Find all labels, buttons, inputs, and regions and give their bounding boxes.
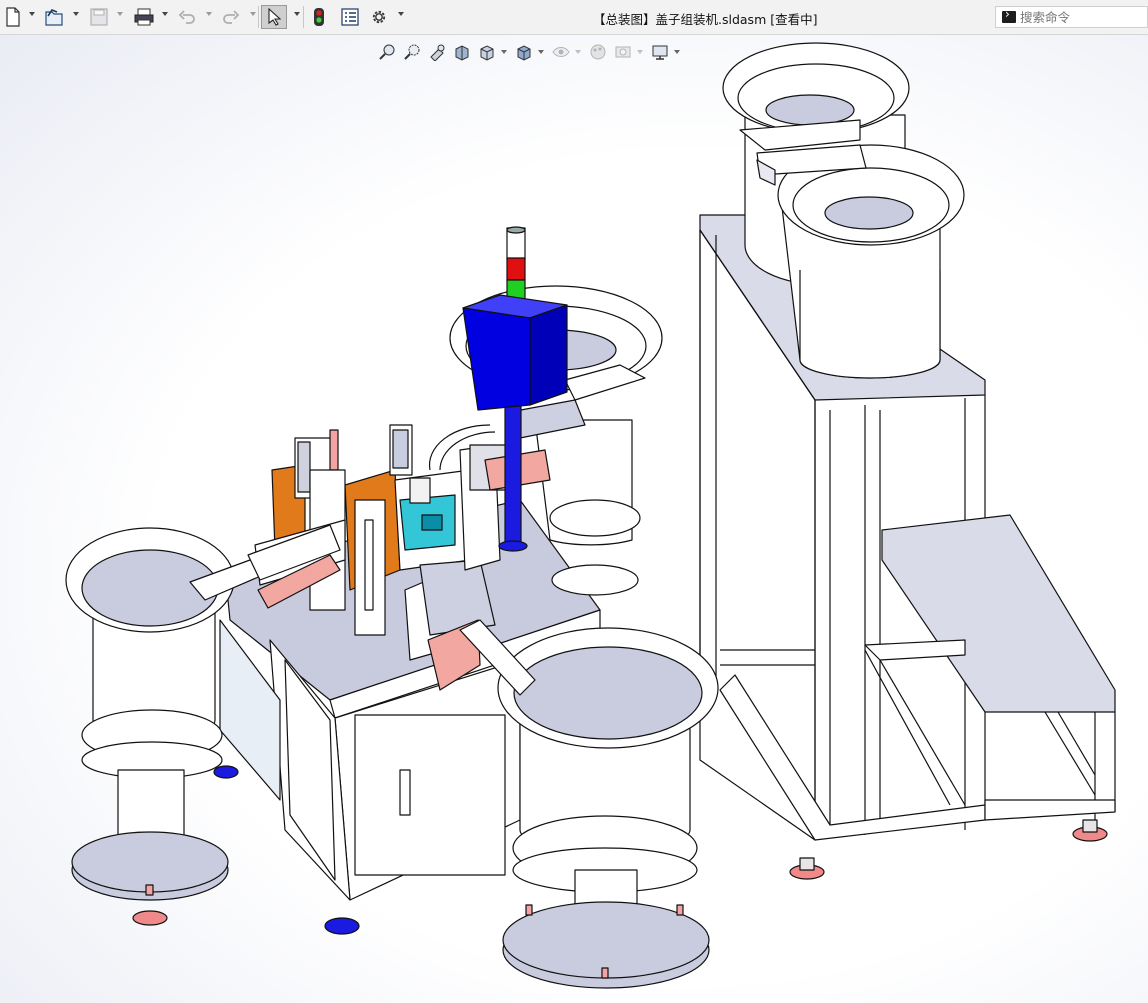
open-folder-icon [45, 9, 63, 26]
redo-dropdown-caret[interactable] [250, 12, 256, 16]
select-button[interactable] [261, 5, 287, 29]
scene-icon [615, 46, 631, 58]
gear-icon [372, 10, 386, 24]
view-settings-button[interactable] [649, 42, 671, 62]
main-toolbar: 【总装图】盖子组装机.sldasm [查看中] [0, 0, 1148, 35]
file-properties-button[interactable] [339, 5, 361, 29]
search-commands-box[interactable] [995, 6, 1148, 28]
select-dropdown-caret[interactable] [294, 12, 300, 16]
appearance-icon [590, 44, 606, 60]
display-style-button[interactable] [513, 42, 535, 62]
heads-up-view-toolbar [376, 42, 686, 62]
new-document-icon [6, 7, 20, 27]
graphics-area[interactable] [0, 35, 1148, 1003]
save-icon [90, 8, 108, 26]
control-box [462, 294, 568, 411]
hide-show-caret[interactable] [575, 50, 581, 54]
save-button[interactable] [87, 5, 111, 29]
new-dropdown-caret[interactable] [29, 12, 35, 16]
properties-icon [341, 8, 359, 26]
apply-scene-button[interactable] [612, 42, 634, 62]
display-style-caret[interactable] [538, 50, 544, 54]
traffic-light-icon [314, 8, 324, 26]
redo-icon [223, 10, 240, 24]
view-orientation-icon [480, 45, 494, 61]
new-document-button[interactable] [3, 5, 23, 29]
window-title: 【总装图】盖子组装机.sldasm [查看中] [593, 12, 818, 27]
open-button[interactable] [43, 5, 67, 29]
view-settings-caret[interactable] [674, 50, 680, 54]
pointer-icon [268, 8, 281, 26]
assembly-model [65, 42, 1116, 989]
zoom-area-icon [404, 44, 420, 60]
view-orientation-button[interactable] [476, 42, 498, 62]
redo-button[interactable] [220, 5, 242, 29]
hide-show-items-button[interactable] [550, 42, 572, 62]
open-dropdown-caret[interactable] [73, 12, 79, 16]
rebuild-button[interactable] [309, 5, 329, 29]
undo-dropdown-caret[interactable] [206, 12, 212, 16]
apply-scene-caret[interactable] [637, 50, 643, 54]
view-orientation-caret[interactable] [501, 50, 507, 54]
undo-button[interactable] [176, 5, 198, 29]
print-icon [134, 8, 154, 26]
previous-view-button[interactable] [426, 42, 448, 62]
display-style-icon [517, 45, 531, 61]
zoom-fit-icon [379, 44, 395, 60]
command-prompt-icon [1002, 7, 1016, 23]
search-input[interactable] [1020, 9, 1140, 25]
section-view-icon [455, 45, 469, 61]
monitor-icon [652, 45, 668, 60]
options-button[interactable] [368, 5, 390, 29]
section-view-button[interactable] [451, 42, 473, 62]
edit-appearance-button[interactable] [587, 42, 609, 62]
print-dropdown-caret[interactable] [162, 12, 168, 16]
save-dropdown-caret[interactable] [117, 12, 123, 16]
options-dropdown-caret[interactable] [398, 12, 404, 16]
zoom-to-area-button[interactable] [401, 42, 423, 62]
print-button[interactable] [131, 5, 157, 29]
zoom-to-fit-button[interactable] [376, 42, 398, 62]
previous-view-icon [430, 44, 445, 61]
undo-icon [178, 10, 195, 24]
eye-icon [552, 47, 570, 57]
